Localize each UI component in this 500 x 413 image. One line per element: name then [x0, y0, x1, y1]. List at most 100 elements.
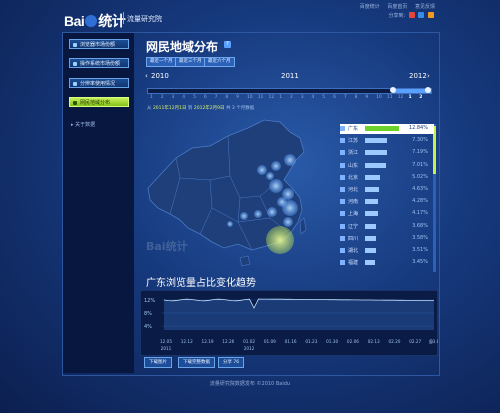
timeline-tick[interactable]: 12 — [398, 95, 404, 100]
ranking-row[interactable]: 江苏 7.30% — [340, 136, 434, 146]
timeline-tick[interactable]: 7 — [344, 95, 347, 100]
ranking-row[interactable]: 广东 12.84% — [340, 124, 434, 134]
share-bar — [365, 199, 378, 205]
ranking-row[interactable]: 上海 4.17% — [340, 209, 434, 219]
timeline-tick[interactable]: 6 — [333, 95, 336, 100]
sidebar-item-region[interactable]: 网民地域分布 — [69, 97, 129, 107]
sidebar-item-resolution[interactable]: 分辨率使用情况 — [69, 78, 129, 88]
timeline-tick[interactable]: 4 — [312, 95, 315, 100]
year-label: 2011 — [281, 72, 299, 80]
x-tick-label: 02.27 — [409, 339, 421, 344]
range-6-month-button[interactable]: 最近六个月 — [204, 57, 235, 67]
sidebar-item-label: 分辨率使用情况 — [80, 81, 116, 87]
x-tick-label: 12.19 — [202, 339, 214, 344]
timeline-tick[interactable]: 3 — [172, 95, 175, 100]
timeline-tick[interactable]: 3 — [301, 95, 304, 100]
region-marker-icon — [340, 223, 345, 229]
region-marker-icon — [340, 174, 345, 180]
ranking-row[interactable]: 山东 7.01% — [340, 161, 434, 171]
timeline-tick[interactable]: 11 — [387, 95, 393, 100]
share-percent: 4.63% — [412, 186, 428, 192]
year-label: 2012 — [244, 346, 255, 351]
x-tick-label: 01.16 — [285, 339, 297, 344]
timeline-tick[interactable]: 9 — [365, 95, 368, 100]
sidebar-item-browser[interactable]: 浏览器市场份额 — [69, 39, 129, 49]
range-3-month-button[interactable]: 最近三个月 — [175, 57, 206, 67]
footer: 流量研究院数据发布 ©2010 Baidu — [209, 381, 291, 387]
taiwan-island — [299, 217, 307, 235]
timeline-start-handle[interactable] — [390, 87, 396, 93]
timeline-tick[interactable]: 6 — [204, 95, 207, 100]
y-tick-label: 8% — [144, 311, 152, 317]
download-data-button[interactable]: 下载完整数据 — [178, 357, 215, 368]
share-percent: 3.45% — [412, 259, 428, 266]
link-home[interactable]: 百度首页 — [387, 4, 407, 10]
x-tick-label: 12.05 — [160, 339, 172, 344]
share-percent: 12.84% — [408, 125, 428, 131]
timeline-tick[interactable]: 9 — [236, 95, 239, 100]
timeline-tick[interactable]: 1 — [279, 95, 282, 100]
timeline-tick[interactable]: 10 — [247, 95, 253, 100]
download-image-button[interactable]: 下载图片 — [144, 357, 172, 368]
weibo-icon[interactable] — [408, 12, 415, 18]
qzone-icon[interactable] — [418, 12, 425, 18]
share-button[interactable]: 分享 76 — [218, 357, 245, 368]
timeline-tick[interactable]: 7 — [215, 95, 218, 100]
timeline-tick[interactable]: 8 — [225, 95, 228, 100]
ranking-row[interactable]: 湖北 3.51% — [340, 246, 434, 256]
timeline-tick[interactable]: 5 — [193, 95, 196, 100]
timeline-ticks: 1 2 3 4 5 6 7 8 9 10 11 12 1 2 3 4 5 6 7 8 9 10 11 12 1 2 — [148, 95, 428, 103]
timeline-tick[interactable]: 5 — [322, 95, 325, 100]
timeline-tick[interactable]: 2 — [161, 95, 164, 100]
range-1-month-button[interactable]: 最近一个月 — [146, 57, 177, 67]
timeline-end-handle[interactable] — [425, 87, 431, 93]
region-name: 上海 — [348, 211, 359, 218]
share-percent: 7.19% — [412, 149, 428, 156]
ranking-row[interactable]: 河南 4.28% — [340, 197, 434, 207]
ranking-row[interactable]: 河北 4.63% — [340, 185, 434, 195]
x-tick-label: 01.23 — [305, 339, 317, 344]
timeline-tick[interactable]: 4 — [182, 95, 185, 100]
region-name: 四川 — [348, 235, 359, 242]
timeline-tick[interactable]: 10 — [376, 95, 382, 100]
timeline-tick[interactable]: 8 — [355, 95, 358, 100]
share-label: 分享到: — [388, 13, 406, 19]
timeline-tick[interactable]: 1 — [150, 95, 153, 100]
region-name: 河北 — [348, 187, 359, 193]
timeline-tick[interactable]: 2 — [419, 95, 422, 100]
timeline-next-icon[interactable]: › — [427, 72, 430, 80]
timeline-tick[interactable]: 1 — [408, 95, 411, 100]
sidebar-item-os[interactable]: 操作系统市场份额 — [69, 58, 129, 68]
top-links: 百度统计 百度首页 意见反馈 — [354, 3, 435, 10]
x-tick-label: 02.13 — [368, 339, 380, 344]
ranking-row[interactable]: 北京 5.02% — [340, 173, 434, 183]
region-marker-icon — [340, 260, 345, 266]
end-date: 2012年2月9日 — [193, 106, 225, 111]
timeline-tick[interactable]: 11 — [258, 95, 264, 100]
paw-icon — [85, 15, 98, 27]
share-percent: 7.01% — [412, 161, 428, 168]
renren-icon[interactable] — [428, 12, 434, 18]
region-marker-icon — [340, 235, 345, 241]
ranking-row[interactable]: 福建 3.45% — [340, 258, 434, 268]
timeline-tick[interactable]: 12 — [268, 95, 274, 100]
region-name: 湖北 — [348, 248, 359, 254]
baidu-logo[interactable]: Bai 统计 — [64, 11, 126, 31]
timeline-tick[interactable]: 2 — [290, 95, 293, 100]
date-prefix: 从 — [147, 106, 152, 111]
share-bar — [365, 248, 376, 253]
header: Bai 统计 流量研究院 百度统计 百度首页 意见反馈 分享到: — [0, 0, 500, 34]
link-tongji[interactable]: 百度统计 — [360, 4, 380, 10]
timeline-prev-icon[interactable]: ‹ — [145, 72, 148, 80]
help-icon[interactable]: ? — [224, 41, 231, 48]
region-marker-icon — [340, 126, 345, 131]
share-bar — [365, 150, 387, 156]
ranking-row[interactable]: 浙江 7.19% — [340, 148, 434, 158]
region-ranking-list: 广东 12.84% 江苏 7.30% 浙江 7.19% 山东 7.01% 北京 5.02% 河北 4.… — [340, 124, 436, 272]
about-data-link[interactable]: ▸ 关于数据 — [71, 121, 95, 128]
start-date: 2011年12月1日 — [152, 106, 187, 111]
link-feedback[interactable]: 意见反馈 — [415, 4, 435, 10]
ranking-row[interactable]: 辽宁 3.68% — [340, 222, 434, 232]
ranking-row[interactable]: 四川 3.58% — [340, 234, 434, 244]
region-marker-icon — [340, 162, 345, 168]
